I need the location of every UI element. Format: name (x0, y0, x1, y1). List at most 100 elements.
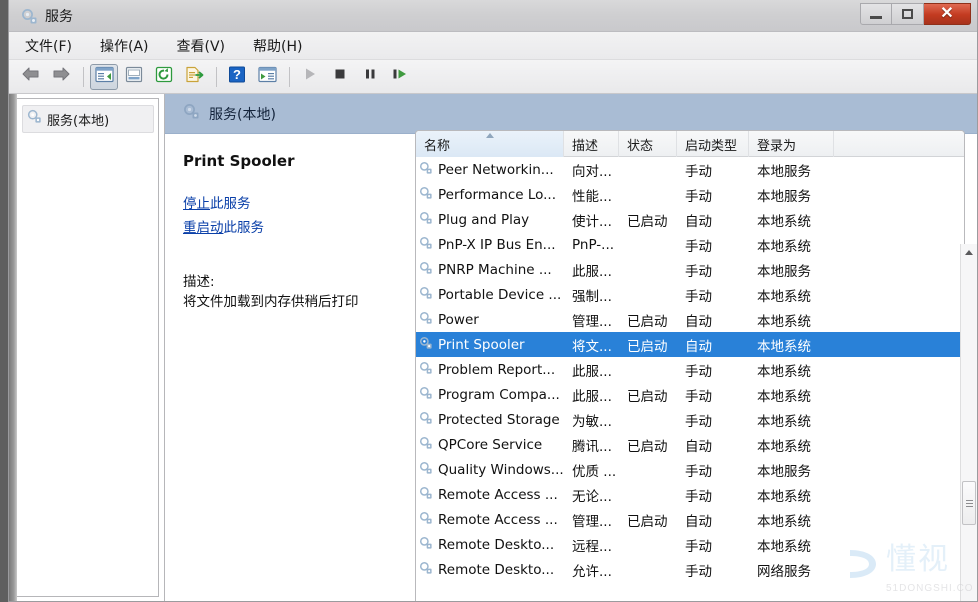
services-gear-icon (419, 386, 433, 404)
start-service-button[interactable] (296, 64, 324, 90)
tree-node-services-local[interactable]: 服务(本地) (22, 105, 154, 133)
table-row[interactable]: Problem Report... 此服... 手动 本地系统 (416, 357, 964, 382)
scroll-thumb[interactable] (962, 481, 976, 525)
stop-icon (332, 66, 348, 87)
cell-logon-as: 本地系统 (757, 363, 811, 380)
column-header-logon-as-label: 登录为 (757, 138, 797, 154)
cell-startup-type: 自动 (685, 213, 712, 230)
export-list-button[interactable] (180, 64, 208, 90)
properties-button[interactable] (120, 64, 148, 90)
menu-help[interactable]: 帮助(H) (251, 33, 314, 59)
scroll-up-button[interactable] (961, 244, 977, 261)
cell-service-name: Portable Device ... (416, 286, 564, 304)
cell-startup-type: 手动 (685, 413, 712, 430)
cell-service-name: Performance Lo... (416, 186, 564, 204)
cell-description: 腾讯... (572, 438, 612, 455)
table-row[interactable]: QPCore Service 腾讯... 已启动 自动 本地系统 (416, 432, 964, 457)
table-row[interactable]: Plug and Play 使计... 已启动 自动 本地系统 (416, 207, 964, 232)
cell-service-name: Protected Storage (416, 411, 564, 429)
table-row[interactable]: Power 管理... 已启动 自动 本地系统 (416, 307, 964, 332)
cell-service-name: PnP-X IP Bus En... (416, 236, 564, 254)
cell-logon-as: 本地系统 (757, 288, 811, 305)
refresh-icon (155, 66, 173, 88)
table-row[interactable]: Remote Deskto... 允许... 手动 网络服务 (416, 557, 964, 582)
column-header-logon-as[interactable]: 登录为 (749, 131, 834, 157)
close-button[interactable]: ✕ (924, 3, 971, 25)
menu-view[interactable]: 查看(V) (175, 33, 238, 59)
cell-startup-type: 自动 (685, 438, 712, 455)
service-details-panel: Print Spooler 停止此服务 重启动此服务 描述: 将文件加载到内存供… (165, 134, 415, 601)
cell-description: 此服... (572, 363, 612, 380)
table-row[interactable]: Peer Networkin... 向对... 手动 本地服务 (416, 157, 964, 182)
services-gear-icon (183, 103, 200, 125)
properties-icon (125, 66, 143, 88)
help-icon: ? (228, 66, 246, 88)
column-header-name[interactable]: 名称 (416, 131, 564, 157)
minimize-button[interactable] (860, 3, 892, 25)
restart-service-link[interactable]: 重启动此服务 (183, 216, 401, 236)
scroll-up-arrow-icon (965, 250, 973, 255)
cell-startup-type: 手动 (685, 388, 712, 405)
cell-status: 已启动 (627, 313, 668, 330)
cell-service-name-label: Remote Access ... (438, 486, 558, 503)
cell-logon-as: 本地系统 (757, 488, 811, 505)
table-row[interactable]: Protected Storage 为敏... 手动 本地系统 (416, 407, 964, 432)
close-icon: ✕ (940, 5, 954, 22)
cell-service-name-label: Print Spooler (438, 336, 525, 353)
table-row[interactable]: Quality Windows... 优质 ... 手动 本地服务 (416, 457, 964, 482)
list-header-row: 名称 描述 状态 启动类型 登录为 (416, 131, 964, 157)
table-row[interactable]: PNRP Machine ... 此服... 手动 本地服务 (416, 257, 964, 282)
column-header-description[interactable]: 描述 (564, 131, 619, 157)
table-row[interactable]: Portable Device ... 强制... 手动 本地系统 (416, 282, 964, 307)
cell-description: PnP-... (572, 236, 615, 253)
cell-description: 管理... (572, 313, 612, 330)
cell-service-name: Quality Windows... (416, 461, 564, 479)
column-header-status[interactable]: 状态 (619, 131, 677, 157)
cell-status: 已启动 (627, 438, 668, 455)
cell-logon-as: 本地系统 (757, 413, 811, 430)
cell-startup-type: 手动 (685, 263, 712, 280)
cell-logon-as: 本地系统 (757, 388, 811, 405)
table-row[interactable]: Program Compa... 此服... 已启动 手动 本地系统 (416, 382, 964, 407)
services-gear-icon (419, 511, 433, 529)
forward-button[interactable] (47, 64, 75, 90)
refresh-button[interactable] (150, 64, 178, 90)
column-header-startup-type[interactable]: 启动类型 (677, 131, 749, 157)
table-row[interactable]: Remote Access ... 管理... 已启动 自动 本地系统 (416, 507, 964, 532)
menu-file[interactable]: 文件(F) (23, 33, 84, 59)
restart-service-button[interactable] (386, 64, 414, 90)
maximize-button[interactable] (892, 3, 924, 25)
cell-service-name: Print Spooler (416, 336, 564, 354)
pause-icon (362, 66, 378, 87)
back-button[interactable] (17, 64, 45, 90)
details-and-list-pane: 服务(本地) Print Spooler 停止此服务 重启动此服务 描述: 将文… (164, 94, 977, 601)
minimize-icon (870, 16, 882, 19)
table-row[interactable]: Print Spooler 将文... 已启动 自动 本地系统 (416, 332, 964, 357)
cell-logon-as: 本地系统 (757, 513, 811, 530)
table-row[interactable]: Remote Access ... 无论... 手动 本地系统 (416, 482, 964, 507)
separator-2 (216, 66, 217, 87)
pause-service-button[interactable] (356, 64, 384, 90)
cell-description: 为敏... (572, 413, 612, 430)
console-tree-pane: 服务(本地) (15, 98, 159, 597)
cell-startup-type: 手动 (685, 163, 712, 180)
stop-service-link[interactable]: 停止此服务 (183, 192, 401, 212)
cell-service-name: Plug and Play (416, 211, 564, 229)
table-row[interactable]: Performance Lo... 性能... 手动 本地服务 (416, 182, 964, 207)
help-button[interactable]: ? (223, 64, 251, 90)
table-row[interactable]: PnP-X IP Bus En... PnP-... 手动 本地系统 (416, 232, 964, 257)
services-window: 服务 ✕ 文件(F) 操作(A) 查看(V) 帮助(H) ? 服务(本地) 服务… (8, 0, 978, 602)
services-gear-icon (419, 236, 433, 254)
show-hide-tree-button[interactable] (90, 63, 118, 90)
menu-action[interactable]: 操作(A) (98, 33, 161, 59)
show-action-pane-button[interactable] (253, 64, 281, 90)
export-icon (185, 66, 204, 88)
cell-service-name-label: Remote Access ... (438, 511, 558, 528)
services-gear-icon (419, 536, 433, 554)
cell-startup-type: 手动 (685, 238, 712, 255)
cell-status: 已启动 (627, 338, 668, 355)
list-vertical-scrollbar[interactable] (960, 244, 977, 601)
stop-service-button[interactable] (326, 64, 354, 90)
table-row[interactable]: Remote Deskto... 远程... 手动 本地系统 (416, 532, 964, 557)
cell-service-name-label: PNRP Machine ... (438, 261, 552, 278)
